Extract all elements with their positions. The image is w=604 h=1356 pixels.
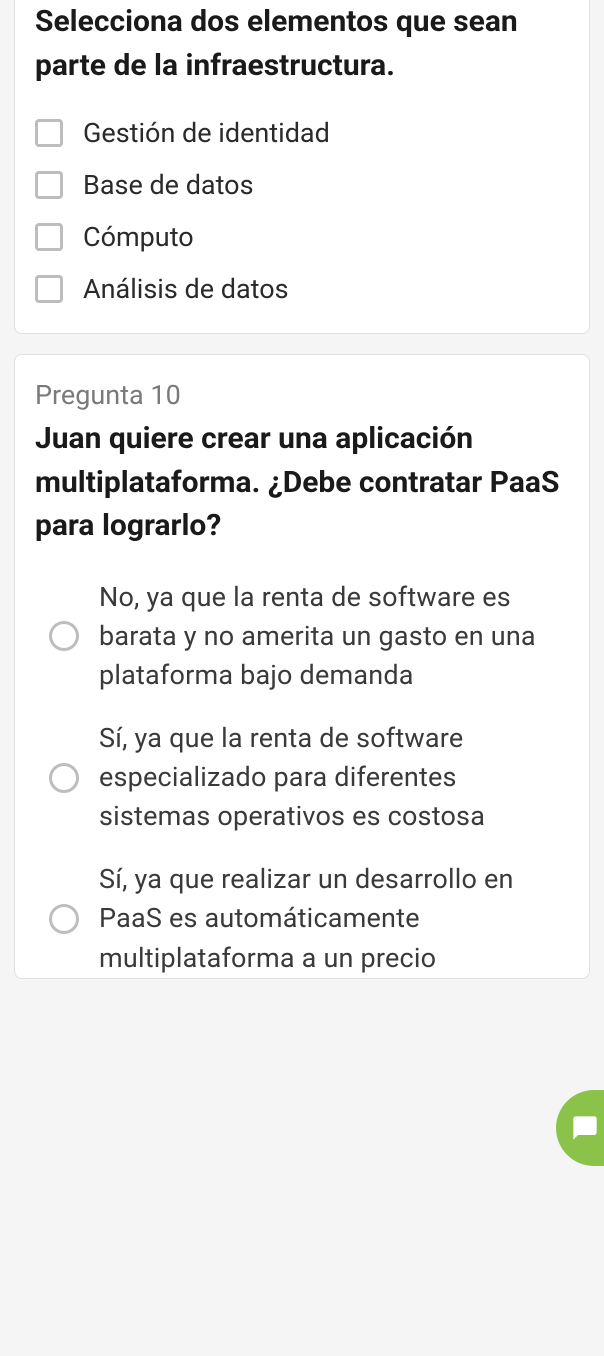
question-10-label: Pregunta 10 bbox=[35, 379, 569, 411]
checkbox-icon bbox=[35, 119, 63, 147]
checkbox-option-0[interactable]: Gestión de identidad bbox=[35, 117, 569, 149]
question-10-text: Juan quiere crear una aplicación multipl… bbox=[35, 417, 569, 548]
radio-option-2[interactable]: Sí, ya que realizar un desarrollo en Paa… bbox=[35, 860, 569, 977]
checkbox-option-3[interactable]: Análisis de datos bbox=[35, 273, 569, 305]
checkbox-icon bbox=[35, 171, 63, 199]
checkbox-list: Gestión de identidad Base de datos Cómpu… bbox=[35, 117, 569, 305]
question-9-text: Selecciona dos elementos que sean parte … bbox=[35, 0, 569, 87]
checkbox-label: Análisis de datos bbox=[83, 273, 289, 305]
radio-label: Sí, ya que la renta de software especial… bbox=[99, 719, 569, 836]
radio-label: Sí, ya que realizar un desarrollo en Paa… bbox=[99, 860, 569, 977]
radio-icon bbox=[49, 904, 79, 934]
radio-list: No, ya que la renta de software es barat… bbox=[35, 578, 569, 978]
radio-option-1[interactable]: Sí, ya que la renta de software especial… bbox=[35, 719, 569, 836]
checkbox-label: Gestión de identidad bbox=[83, 117, 330, 149]
radio-icon bbox=[49, 763, 79, 793]
question-card-10: Pregunta 10 Juan quiere crear una aplica… bbox=[14, 354, 590, 979]
radio-option-0[interactable]: No, ya que la renta de software es barat… bbox=[35, 578, 569, 695]
checkbox-option-1[interactable]: Base de datos bbox=[35, 169, 569, 201]
checkbox-option-2[interactable]: Cómputo bbox=[35, 221, 569, 253]
radio-label: No, ya que la renta de software es barat… bbox=[99, 578, 569, 695]
checkbox-label: Base de datos bbox=[83, 169, 254, 201]
checkbox-label: Cómputo bbox=[83, 221, 194, 253]
question-card-9: Selecciona dos elementos que sean parte … bbox=[14, 0, 590, 334]
radio-icon bbox=[49, 621, 79, 651]
help-fab-button[interactable] bbox=[556, 1090, 604, 1166]
checkbox-icon bbox=[35, 275, 63, 303]
chat-icon bbox=[571, 1114, 599, 1142]
checkbox-icon bbox=[35, 223, 63, 251]
